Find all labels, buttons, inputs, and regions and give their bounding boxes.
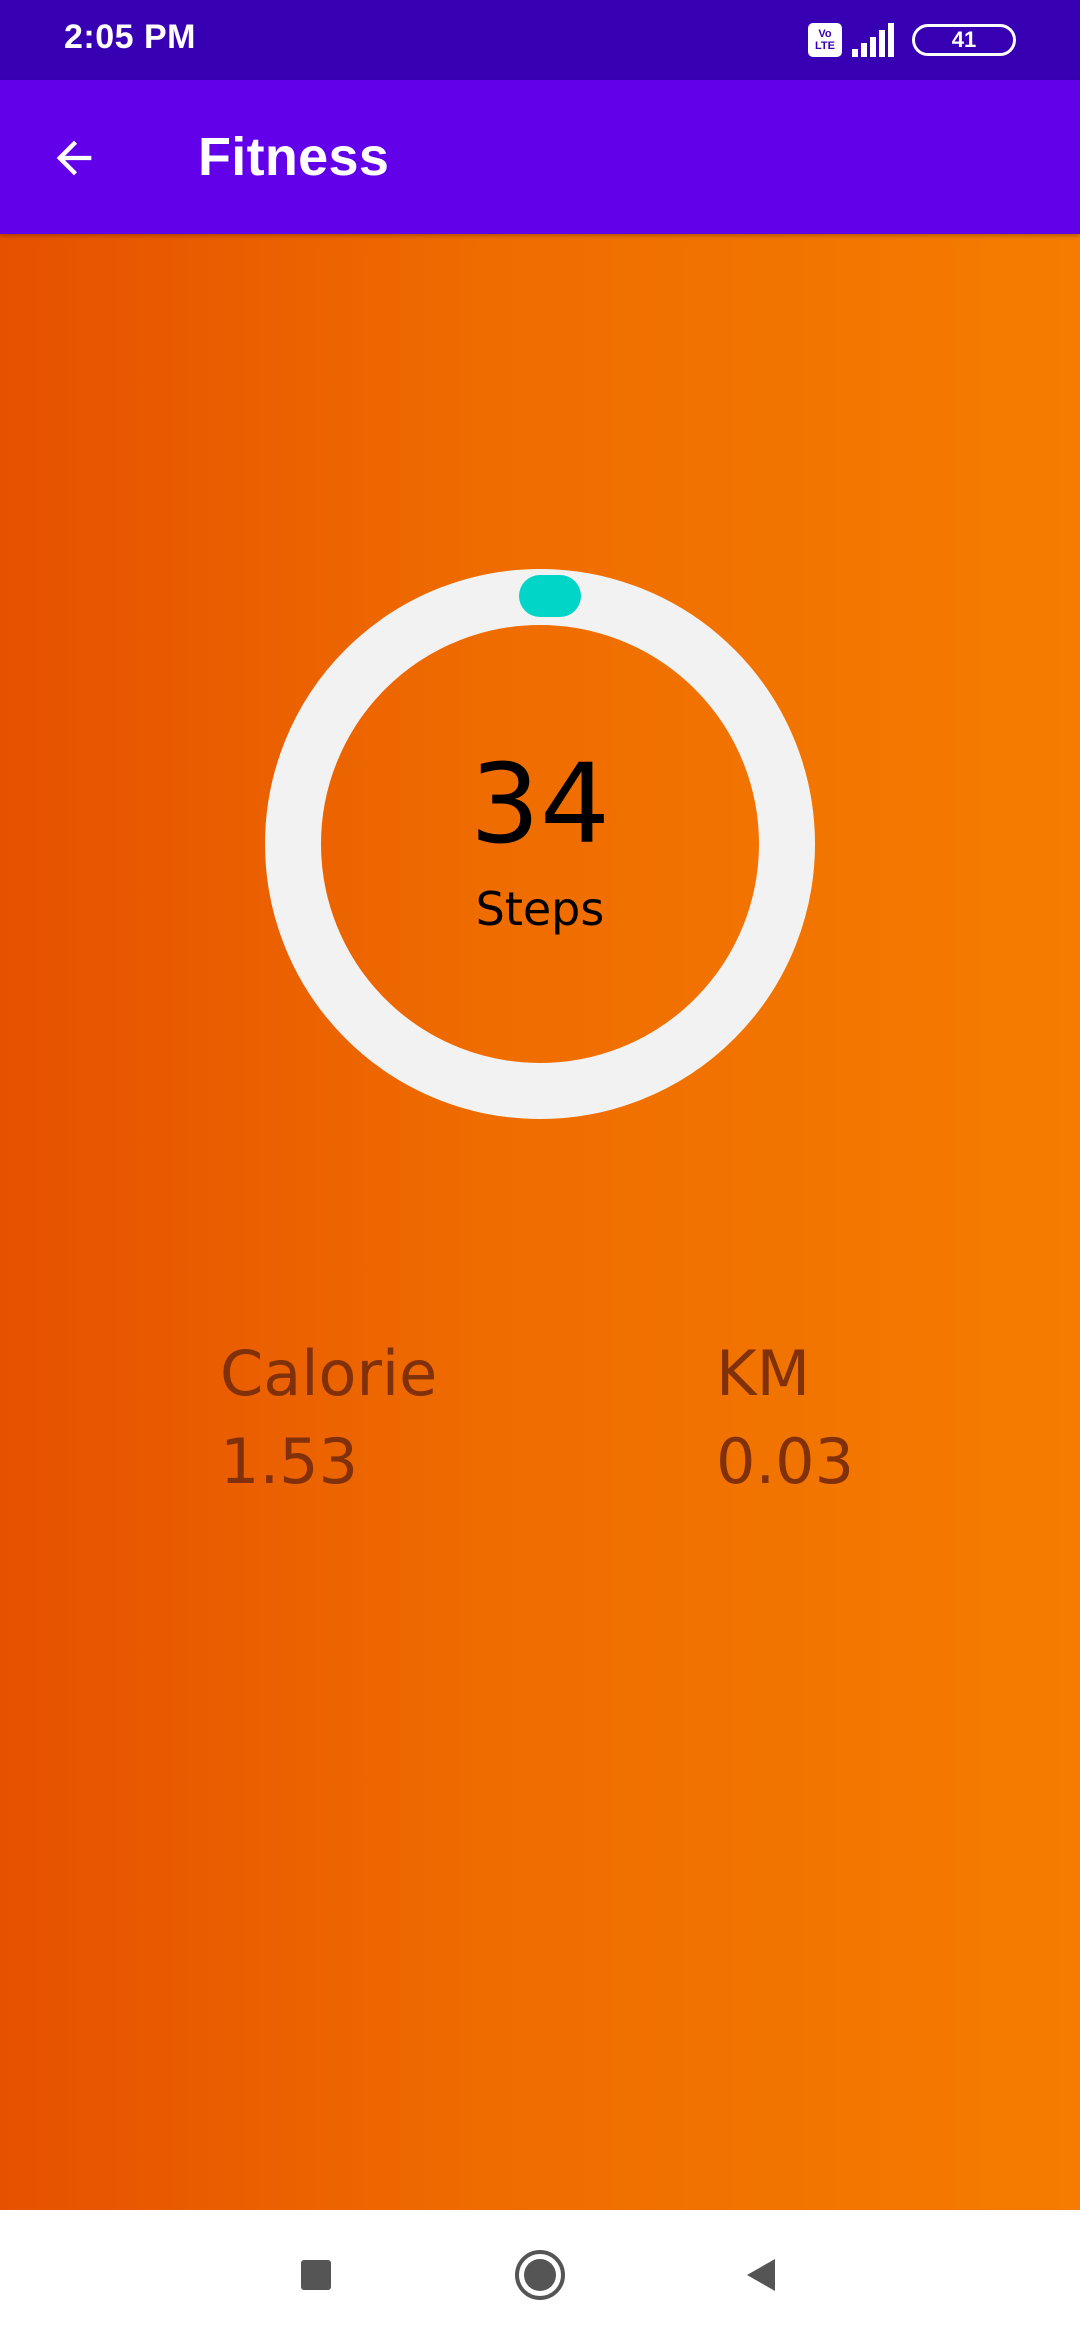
steps-count: 34 xyxy=(470,740,610,868)
circle-icon xyxy=(515,2250,565,2300)
battery-level: 41 xyxy=(951,27,977,52)
system-back-button[interactable] xyxy=(726,2240,796,2310)
volte-line1: Vo xyxy=(818,28,832,40)
progress-ring-indicator xyxy=(519,575,581,617)
system-nav-bar xyxy=(0,2210,1080,2340)
recent-apps-button[interactable] xyxy=(281,2240,351,2310)
square-icon xyxy=(301,2260,331,2290)
calorie-value: 1.53 xyxy=(220,1425,359,1498)
volte-icon: Vo LTE xyxy=(808,23,842,57)
battery-icon: 41 xyxy=(912,24,1016,56)
back-button[interactable] xyxy=(36,120,112,196)
page-title: Fitness xyxy=(198,127,390,187)
status-icons: Vo LTE 41 xyxy=(808,20,1016,60)
status-time: 2:05 PM xyxy=(64,18,196,56)
signal-icon xyxy=(852,23,894,57)
calorie-label: Calorie xyxy=(220,1337,438,1410)
triangle-back-icon xyxy=(747,2259,775,2291)
volte-line2: LTE xyxy=(815,40,835,52)
km-value: 0.03 xyxy=(716,1425,855,1498)
fitness-content: 34 Steps Calorie 1.53 KM 0.03 xyxy=(0,234,1080,2210)
steps-label: Steps xyxy=(475,882,605,936)
steps-progress-ring: 34 Steps xyxy=(265,569,815,1119)
km-stat: KM 0.03 xyxy=(716,1334,854,1502)
km-label: KM xyxy=(716,1337,811,1410)
status-bar: 2:05 PM Vo LTE 41 xyxy=(0,0,1080,80)
arrow-left-icon xyxy=(56,140,92,176)
calorie-stat: Calorie 1.53 xyxy=(220,1334,437,1502)
home-button[interactable] xyxy=(505,2240,575,2310)
app-bar: Fitness xyxy=(0,80,1080,234)
